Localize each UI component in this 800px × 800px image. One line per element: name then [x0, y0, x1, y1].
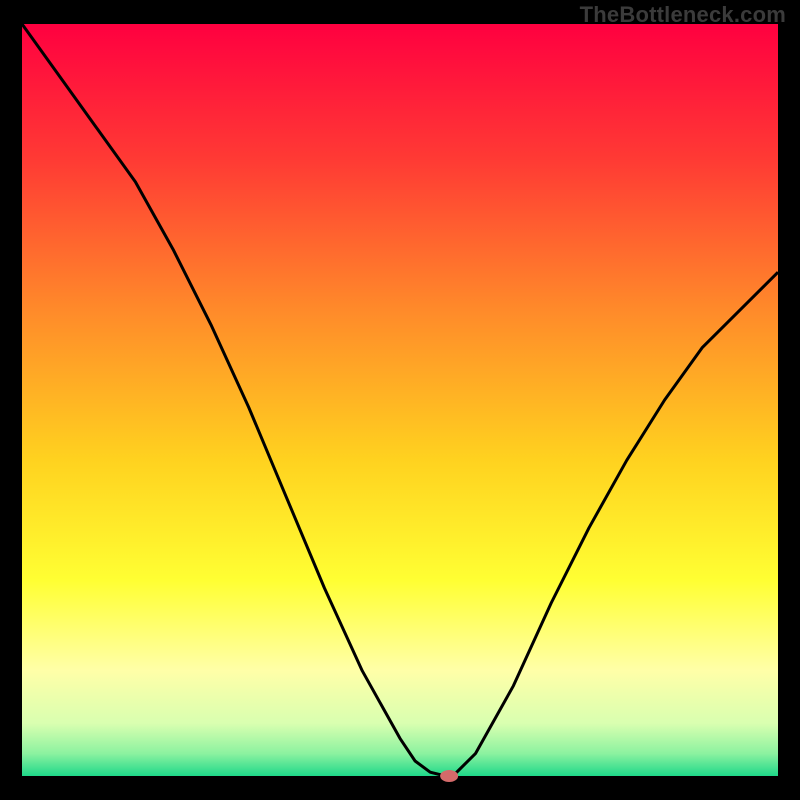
bottleneck-chart	[0, 0, 800, 800]
minimum-marker	[440, 770, 458, 782]
chart-frame: TheBottleneck.com	[0, 0, 800, 800]
